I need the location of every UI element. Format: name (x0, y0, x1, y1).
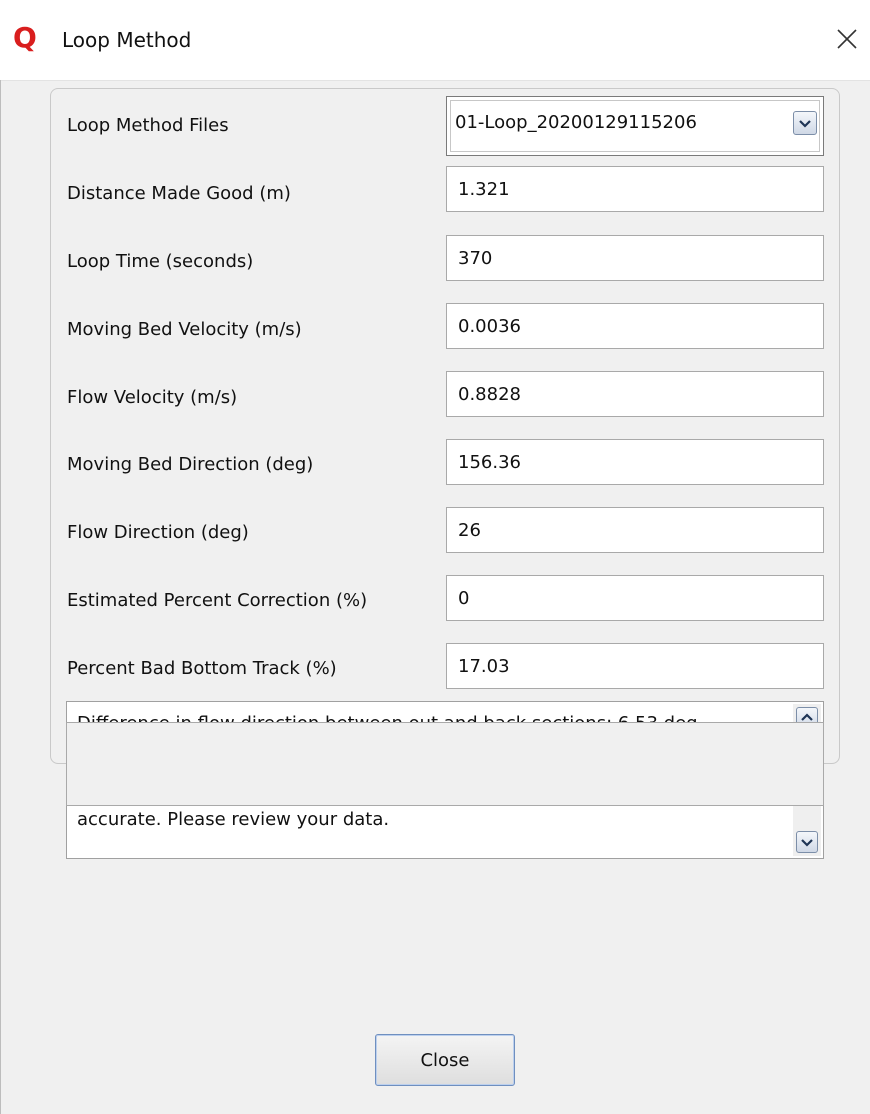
distance-made-good-label: Distance Made Good (m) (67, 183, 291, 204)
moving-bed-direction-label: Moving Bed Direction (deg) (67, 454, 314, 475)
loop-files-selected: 01-Loop_20200129115206 (455, 112, 697, 133)
percent-bad-bottom-track-label: Percent Bad Bottom Track (%) (67, 658, 337, 679)
loop-files-label: Loop Method Files (67, 115, 229, 136)
flow-velocity-field[interactable] (446, 371, 824, 417)
scroll-down-icon[interactable] (796, 831, 818, 853)
estimated-percent-correction-field[interactable] (446, 575, 824, 621)
moving-bed-velocity-label: Moving Bed Velocity (m/s) (67, 319, 302, 340)
window-title: Loop Method (62, 28, 192, 52)
flow-direction-field[interactable] (446, 507, 824, 553)
moving-bed-direction-field[interactable] (446, 439, 824, 485)
flow-direction-label: Flow Direction (deg) (67, 522, 249, 543)
title-bar: Q Loop Method (0, 0, 870, 81)
chevron-down-icon[interactable] (793, 111, 817, 135)
recommendation-box (66, 722, 824, 806)
flow-velocity-label: Flow Velocity (m/s) (67, 387, 238, 408)
loop-time-label: Loop Time (seconds) (67, 251, 254, 272)
window-border (0, 80, 1, 1114)
close-button[interactable]: Close (375, 1034, 515, 1086)
moving-bed-velocity-field[interactable] (446, 303, 824, 349)
estimated-percent-correction-label: Estimated Percent Correction (%) (67, 590, 368, 611)
percent-bad-bottom-track-field[interactable] (446, 643, 824, 689)
app-q-icon: Q (13, 21, 37, 54)
close-icon[interactable] (830, 22, 864, 56)
loop-time-field[interactable] (446, 235, 824, 281)
loop-files-select[interactable]: 01-Loop_20200129115206 (446, 96, 824, 156)
distance-made-good-field[interactable] (446, 166, 824, 212)
